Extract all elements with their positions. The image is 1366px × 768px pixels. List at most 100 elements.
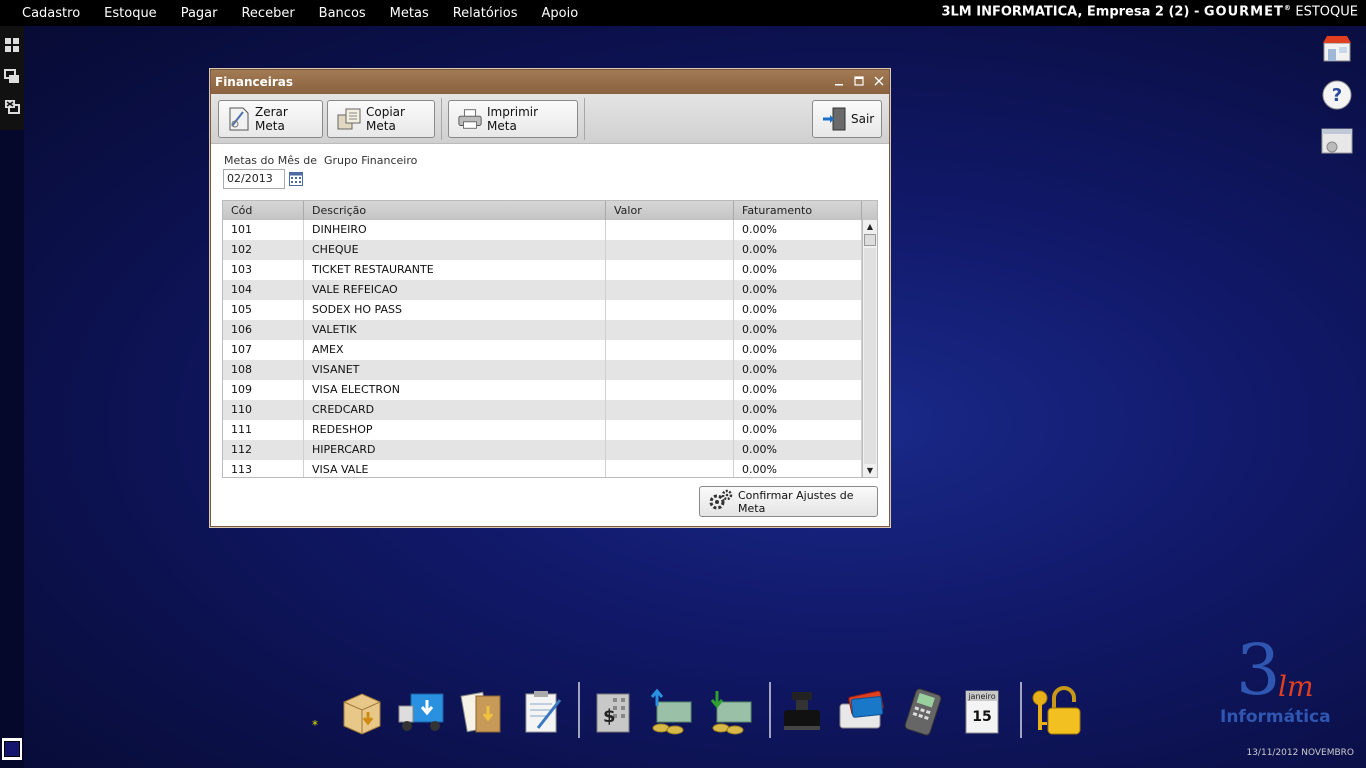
copiar-meta-button[interactable]: Copiar Meta (327, 100, 435, 138)
cell-valor[interactable] (606, 380, 734, 400)
table-row[interactable]: 110 CREDCARD 0.00% (223, 400, 863, 420)
cell-cod: 107 (223, 340, 304, 360)
month-field[interactable]: 02/2013 (223, 169, 285, 189)
cell-faturamento: 0.00% (734, 380, 862, 400)
cell-valor[interactable] (606, 440, 734, 460)
col-header-cod[interactable]: Cód (223, 201, 304, 220)
dock-divider (578, 682, 580, 738)
menu-item-bancos[interactable]: Bancos (307, 6, 378, 21)
cell-faturamento: 0.00% (734, 360, 862, 380)
sair-button[interactable]: Sair (812, 100, 882, 138)
product-name: ESTOQUE (1295, 4, 1358, 20)
col-header-descricao[interactable]: Descrição (304, 201, 606, 220)
logo-script-text: lm (1278, 670, 1314, 703)
menu-item-relatorios[interactable]: Relatórios (441, 6, 530, 21)
card-swipe-icon[interactable] (836, 686, 888, 738)
documents-folder-icon[interactable] (456, 686, 508, 738)
cell-valor[interactable] (606, 260, 734, 280)
table-row[interactable]: 104 VALE REFEICAO 0.00% (223, 280, 863, 300)
card-terminal-icon[interactable] (898, 686, 950, 738)
cell-cod: 112 (223, 440, 304, 460)
cell-descricao: HIPERCARD (304, 440, 606, 460)
gears-icon (708, 489, 734, 514)
table-row[interactable]: 105 SODEX HO PASS 0.00% (223, 300, 863, 320)
cell-faturamento: 0.00% (734, 400, 862, 420)
toolbar-divider (584, 98, 585, 140)
cascade-windows-icon[interactable] (2, 66, 22, 88)
window-settings-icon[interactable] (1320, 124, 1354, 158)
table-row[interactable]: 106 VALETIK 0.00% (223, 320, 863, 340)
3lm-logo: 3 lm Informática (1218, 629, 1348, 732)
cell-descricao: CHEQUE (304, 240, 606, 260)
table-row[interactable]: 109 VISA ELECTRON 0.00% (223, 380, 863, 400)
help-icon[interactable]: ? (1320, 78, 1354, 112)
confirm-adjustments-button[interactable]: Confirmar Ajustes de Meta (699, 486, 878, 517)
cell-faturamento: 0.00% (734, 280, 862, 300)
menu-item-apoio[interactable]: Apoio (530, 6, 591, 21)
col-header-faturamento[interactable]: Faturamento (734, 201, 862, 220)
close-windows-icon[interactable] (2, 96, 22, 118)
cell-valor[interactable] (606, 400, 734, 420)
maximize-icon[interactable] (853, 74, 865, 88)
menu-item-metas[interactable]: Metas (378, 6, 441, 21)
close-icon[interactable] (873, 74, 885, 88)
confirm-label: Confirmar Ajustes de Meta (738, 488, 854, 515)
cash-download-icon[interactable] (706, 686, 758, 738)
table-header: Cód Descrição Valor Faturamento (223, 201, 877, 220)
table-row[interactable]: 108 VISANET 0.00% (223, 360, 863, 380)
cash-upload-icon[interactable] (646, 686, 698, 738)
minimize-icon[interactable] (833, 74, 845, 88)
delivery-truck-icon[interactable] (396, 686, 448, 738)
lock-key-icon[interactable] (1030, 686, 1082, 738)
cell-valor[interactable] (606, 300, 734, 320)
start-icon (4, 741, 20, 757)
cell-cod: 106 (223, 320, 304, 340)
copy-icon (336, 106, 362, 132)
cell-valor[interactable] (606, 360, 734, 380)
cell-valor[interactable] (606, 220, 734, 240)
bank-building-icon[interactable]: $ (587, 686, 639, 738)
cell-valor[interactable] (606, 240, 734, 260)
cell-cod: 103 (223, 260, 304, 280)
col-header-valor[interactable]: Valor (606, 201, 734, 220)
store-icon[interactable] (1320, 32, 1354, 66)
brand-name: GOURMET (1203, 4, 1284, 20)
table-row[interactable]: 112 HIPERCARD 0.00% (223, 440, 863, 460)
calendar-picker-icon[interactable] (289, 171, 303, 186)
table-row[interactable]: 113 VISA VALE 0.00% (223, 460, 863, 477)
copiar-meta-label: Copiar Meta (366, 105, 405, 133)
zerar-meta-button[interactable]: Zerar Meta (218, 100, 323, 138)
cell-descricao: AMEX (304, 340, 606, 360)
scroll-track[interactable] (864, 248, 876, 464)
menu-item-cadastro[interactable]: Cadastro (10, 6, 92, 21)
table-row[interactable]: 101 DINHEIRO 0.00% (223, 220, 863, 240)
scroll-down-icon[interactable]: ▼ (863, 464, 877, 477)
paid-stamp-icon[interactable] (776, 686, 828, 738)
table-row[interactable]: 102 CHEQUE 0.00% (223, 240, 863, 260)
tile-windows-icon[interactable] (2, 34, 22, 56)
scroll-up-icon[interactable]: ▲ (863, 220, 877, 234)
calendar-icon[interactable]: janeiro 15 (956, 686, 1008, 738)
cell-valor[interactable] (606, 280, 734, 300)
cell-descricao: DINHEIRO (304, 220, 606, 240)
cell-valor[interactable] (606, 340, 734, 360)
menu-item-pagar[interactable]: Pagar (169, 6, 230, 21)
scroll-thumb[interactable] (864, 234, 876, 246)
table-row[interactable]: 111 REDESHOP 0.00% (223, 420, 863, 440)
table-scrollbar[interactable]: ▲ ▼ (862, 220, 877, 477)
table-row[interactable]: 103 TICKET RESTAURANTE 0.00% (223, 260, 863, 280)
cell-faturamento: 0.00% (734, 320, 862, 340)
start-button[interactable] (2, 738, 22, 760)
table-row[interactable]: 107 AMEX 0.00% (223, 340, 863, 360)
product-entry-box-icon[interactable] (336, 686, 388, 738)
calendar-month-text: janeiro (967, 692, 995, 701)
imprimir-meta-label: Imprimir Meta (487, 105, 539, 133)
cell-valor[interactable] (606, 420, 734, 440)
cell-valor[interactable] (606, 320, 734, 340)
clipboard-pen-icon[interactable] (516, 686, 568, 738)
menu-item-estoque[interactable]: Estoque (92, 6, 169, 21)
cell-valor[interactable] (606, 460, 734, 477)
cell-faturamento: 0.00% (734, 300, 862, 320)
imprimir-meta-button[interactable]: Imprimir Meta (448, 100, 578, 138)
menu-item-receber[interactable]: Receber (229, 6, 306, 21)
